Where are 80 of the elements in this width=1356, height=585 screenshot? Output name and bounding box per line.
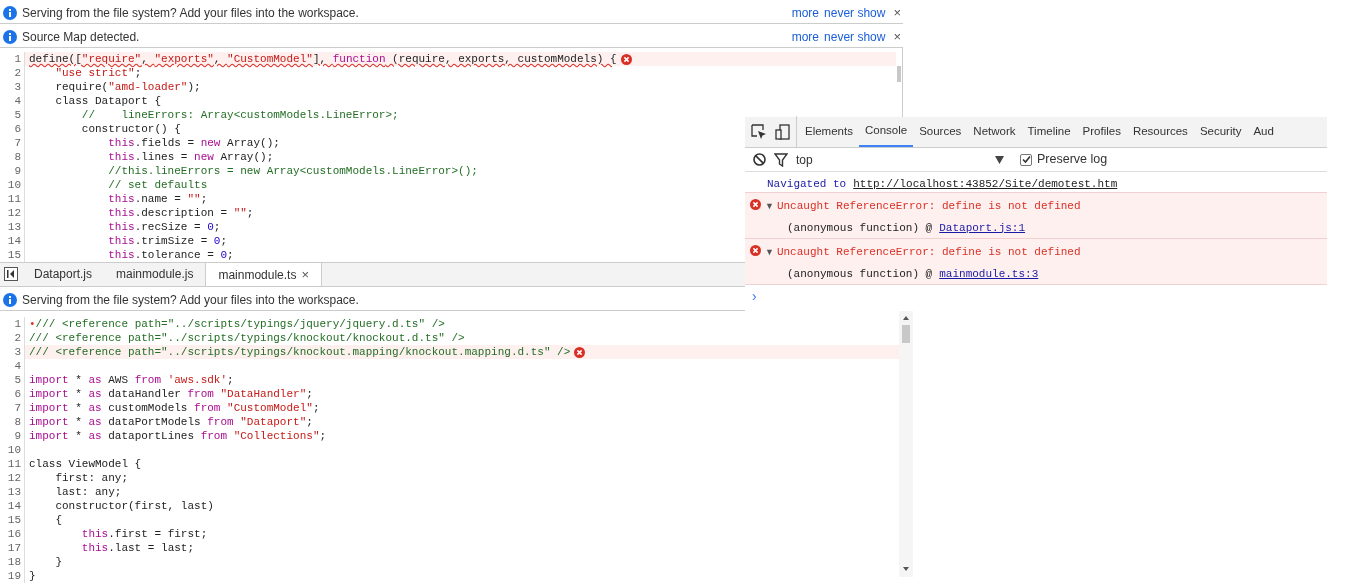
code-line: import * as dataHandler from "DataHandler"; bbox=[29, 387, 313, 401]
code-line: •/// <reference path="../scripts/typings/jquery/jquery.d.ts" /> bbox=[29, 317, 445, 331]
code-line: require("amd-loader"); bbox=[54, 80, 201, 94]
info-message: Serving from the file system? Add your files into the workspace. bbox=[22, 291, 359, 309]
line-number: 3 bbox=[0, 345, 25, 359]
info-icon bbox=[3, 292, 17, 307]
source-link[interactable]: Dataport.js:1 bbox=[939, 219, 1026, 236]
expand-toggle[interactable]: ▼ bbox=[765, 199, 774, 213]
devtools-tab[interactable]: Network bbox=[967, 116, 1022, 147]
code-line: define(["require", "exports", "CustomModel"], function (require, exports, customModels) { bbox=[29, 52, 617, 66]
file-tab[interactable]: mainmodule.ts × bbox=[205, 262, 323, 286]
code-line: this.last = last; bbox=[80, 541, 195, 555]
code-line: } bbox=[54, 555, 62, 569]
checkbox-label: Preserve log bbox=[1037, 151, 1108, 169]
stack-frame: (anonymous function) @ bbox=[787, 219, 933, 236]
code-line: this.trimSize = 0; bbox=[107, 234, 228, 248]
devtools-tab[interactable]: Console bbox=[858, 116, 914, 147]
info-link[interactable]: more bbox=[791, 3, 820, 22]
code-line: this.lines = new Array(); bbox=[107, 150, 274, 164]
code-line: /// <reference path="../scripts/typings/knockout/knockout.d.ts" /> bbox=[29, 331, 465, 345]
file-tab[interactable]: mainmodule.js bbox=[104, 262, 206, 286]
device-icon bbox=[775, 123, 790, 140]
code-line: class Dataport { bbox=[54, 94, 162, 108]
expand-toggle[interactable]: ▼ bbox=[765, 245, 774, 259]
code-line: { bbox=[54, 513, 62, 527]
info-link[interactable]: never show bbox=[824, 3, 886, 22]
file-tab[interactable]: Dataport.js bbox=[22, 262, 105, 286]
context-dropdown[interactable]: top bbox=[796, 149, 1006, 170]
code-line: this.description = ""; bbox=[107, 206, 254, 220]
code-line: // set defaults bbox=[107, 178, 208, 192]
code-line: this.recSize = 0; bbox=[107, 220, 221, 234]
devtools-tab[interactable]: Security bbox=[1193, 116, 1248, 147]
code-line: this.tolerance = 0; bbox=[107, 248, 234, 262]
info-message: Source Map detected. bbox=[22, 28, 140, 46]
code-line: last: any; bbox=[54, 485, 122, 499]
code-line: // lineErrors: Array<customModels.LineError>; bbox=[80, 108, 399, 122]
code-line: constructor() { bbox=[80, 122, 181, 136]
code-line: "use strict"; bbox=[54, 66, 142, 80]
devtools-tab[interactable]: Timeline bbox=[1021, 116, 1077, 147]
sidebar-toggle-icon bbox=[4, 267, 18, 281]
console-message: Navigated to bbox=[767, 176, 847, 192]
info-link[interactable]: never show bbox=[824, 27, 886, 46]
code-line: constructor(first, last) bbox=[54, 499, 214, 513]
preserve-log-checkbox[interactable] bbox=[1020, 153, 1032, 166]
devtools-tab[interactable]: Resources bbox=[1126, 116, 1194, 147]
code-line: } bbox=[29, 569, 36, 583]
devtools-tab[interactable]: Aud bbox=[1247, 116, 1280, 147]
code-line: this.name = ""; bbox=[107, 192, 208, 206]
close-button[interactable]: × bbox=[893, 30, 901, 43]
error-icon bbox=[750, 199, 761, 210]
clear-icon bbox=[753, 153, 766, 166]
code-line: /// <reference path="../scripts/typings/knockout.mapping/knockout.mapping.d.ts" /> bbox=[29, 345, 571, 359]
code-line: //this.lineErrors = new Array<customModels.LineError>(); bbox=[107, 164, 478, 178]
filter-icon bbox=[774, 152, 788, 167]
code-line: class ViewModel { bbox=[29, 457, 142, 471]
source-link[interactable]: mainmodule.ts:3 bbox=[939, 265, 1039, 282]
info-link[interactable]: more bbox=[791, 27, 820, 46]
info-icon bbox=[3, 5, 17, 20]
code-line: this.fields = new Array(); bbox=[107, 136, 280, 150]
code-line: import * as dataPortModels from "Dataport"; bbox=[29, 415, 313, 429]
console-prompt[interactable]: › bbox=[745, 288, 1327, 304]
error-icon bbox=[750, 245, 761, 256]
code-line: import * as dataportLines from "Collections"; bbox=[29, 429, 327, 443]
code-line: first: any; bbox=[54, 471, 129, 485]
code-line: import * as customModels from "CustomModel"; bbox=[29, 401, 320, 415]
code-line: this.first = first; bbox=[80, 527, 208, 541]
dropdown-arrow-icon bbox=[995, 155, 1004, 164]
stack-frame: (anonymous function) @ bbox=[787, 265, 933, 282]
console-link[interactable]: http://localhost:43852/Site/demotest.htm bbox=[853, 175, 1118, 193]
info-icon bbox=[3, 29, 17, 44]
error-message: Uncaught ReferenceError: define is not defined bbox=[776, 199, 1081, 214]
devtools-tab[interactable]: Profiles bbox=[1076, 116, 1127, 147]
devtools-tab[interactable]: Elements bbox=[799, 116, 859, 147]
inspect-icon bbox=[751, 123, 767, 140]
code-line: import * as AWS from 'aws.sdk'; bbox=[29, 373, 234, 387]
close-button[interactable]: × bbox=[893, 6, 901, 19]
devtools-tab[interactable]: Sources bbox=[913, 116, 968, 147]
error-message: Uncaught ReferenceError: define is not defined bbox=[776, 245, 1081, 260]
line-number: 1 bbox=[0, 52, 25, 66]
info-message: Serving from the file system? Add your files into the workspace. bbox=[22, 4, 359, 22]
